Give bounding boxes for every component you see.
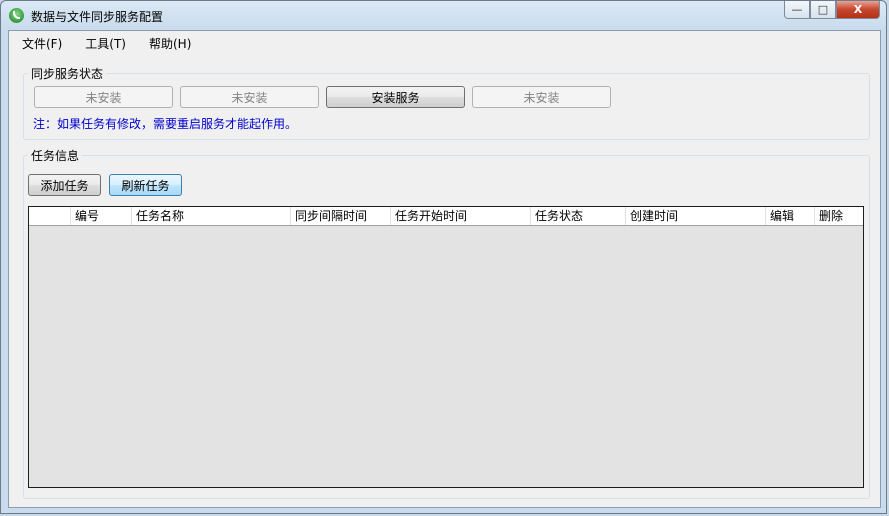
column-header-row-selector (29, 207, 71, 225)
close-button[interactable]: X (836, 1, 880, 19)
task-info-title: 任务信息 (28, 147, 83, 164)
menu-tools[interactable]: 工具(T) (72, 35, 136, 52)
maximize-button[interactable]: □ (810, 1, 836, 19)
column-header-id[interactable]: 编号 (71, 207, 132, 225)
menu-bar: 文件(F) 工具(T) 帮助(H) (9, 31, 880, 55)
add-task-button[interactable]: 添加任务 (28, 174, 101, 196)
service-1-status-button[interactable]: 未安装 (34, 86, 173, 108)
service-status-title: 同步服务状态 (28, 65, 107, 82)
service-4-status-button[interactable]: 未安装 (472, 86, 611, 108)
window-title: 数据与文件同步服务配置 (31, 10, 164, 24)
column-header-task-status[interactable]: 任务状态 (531, 207, 626, 225)
minimize-button[interactable]: — (784, 1, 810, 19)
column-header-task-name[interactable]: 任务名称 (132, 207, 291, 225)
column-header-created-time[interactable]: 创建时间 (626, 207, 766, 225)
refresh-task-button[interactable]: 刷新任务 (109, 174, 182, 196)
caption-buttons: — □ X (784, 1, 880, 19)
task-table[interactable]: 编号 任务名称 同步间隔时间 任务开始时间 任务状态 创建时间 编辑 删除 (28, 206, 864, 488)
column-header-start-time[interactable]: 任务开始时间 (391, 207, 531, 225)
column-header-delete[interactable]: 删除 (815, 207, 863, 225)
menu-file[interactable]: 文件(F) (9, 35, 72, 52)
column-header-sync-interval[interactable]: 同步间隔时间 (291, 207, 391, 225)
main-window: 数据与文件同步服务配置 — □ X 文件(F) 工具(T) 帮助(H) 同步服务… (0, 0, 887, 514)
column-header-edit[interactable]: 编辑 (766, 207, 815, 225)
restart-note: 注：如果任务有修改，需要重启服务才能起作用。 (33, 117, 298, 131)
task-table-header: 编号 任务名称 同步间隔时间 任务开始时间 任务状态 创建时间 编辑 删除 (29, 207, 863, 226)
app-icon (9, 8, 24, 23)
title-bar[interactable]: 数据与文件同步服务配置 — □ X (1, 1, 886, 30)
menu-help[interactable]: 帮助(H) (136, 35, 201, 52)
client-area: 文件(F) 工具(T) 帮助(H) 同步服务状态 未安装 未安装 安装服务 未安… (8, 30, 881, 508)
install-service-button[interactable]: 安装服务 (326, 86, 465, 108)
service-2-status-button[interactable]: 未安装 (180, 86, 319, 108)
